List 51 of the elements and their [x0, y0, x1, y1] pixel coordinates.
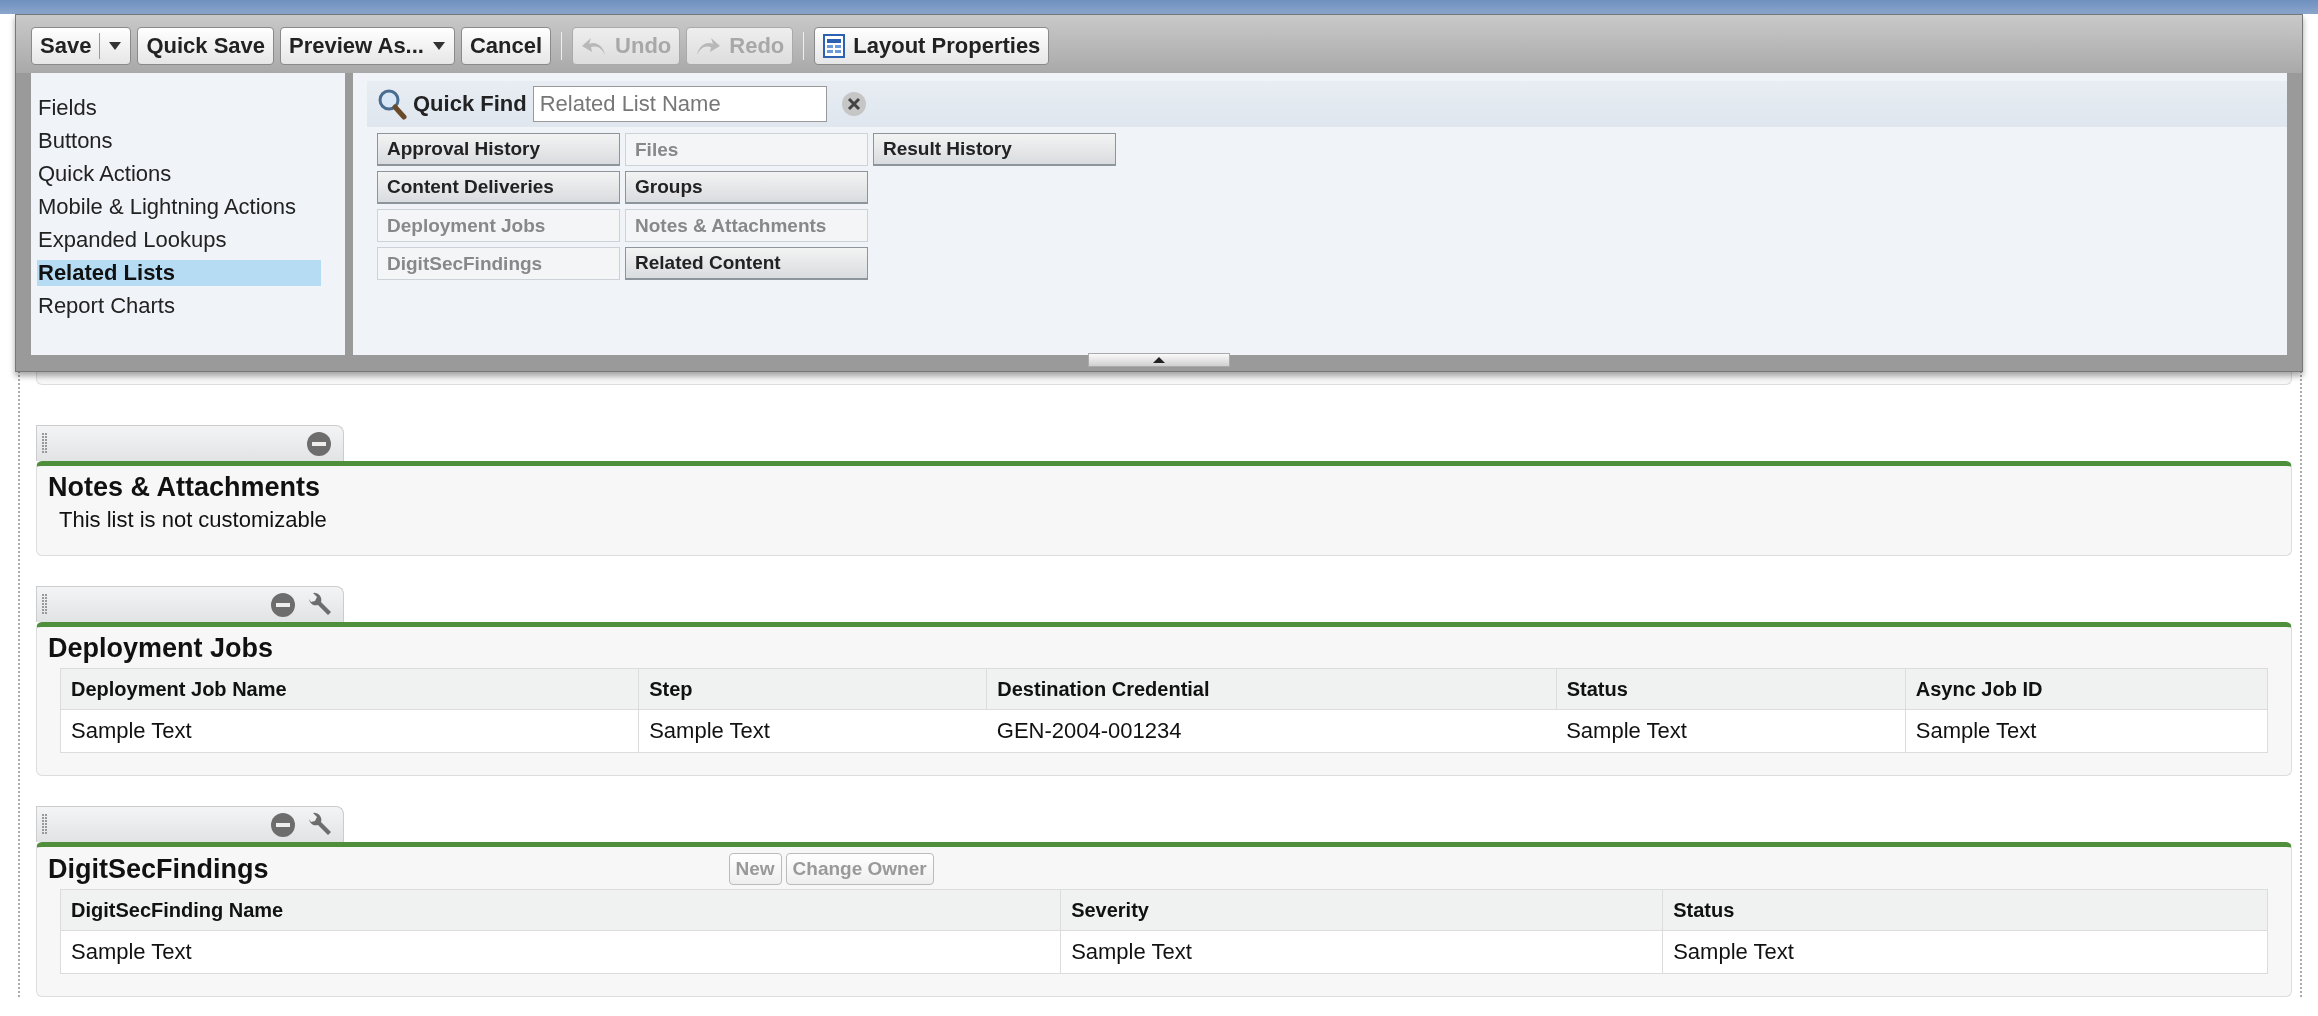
palette-item[interactable]: Result History: [873, 133, 1116, 166]
table-cell: Sample Text: [60, 930, 1061, 974]
palette-item[interactable]: Groups: [625, 171, 868, 204]
palette-item[interactable]: Approval History: [377, 133, 620, 166]
column-header: Severity: [1060, 889, 1663, 931]
column-header: Deployment Job Name: [60, 668, 639, 710]
remove-icon[interactable]: [269, 810, 297, 839]
quick-find-field[interactable]: Related List Name: [532, 86, 827, 122]
category-item[interactable]: Related Lists: [37, 259, 321, 286]
list-title: DigitSecFindings: [48, 853, 269, 885]
column-header: Status: [1662, 889, 2268, 931]
category-item[interactable]: Mobile & Lightning Actions: [37, 190, 321, 223]
column-header: Status: [1556, 668, 1906, 710]
clear-icon[interactable]: [840, 91, 867, 117]
table-cell: Sample Text: [1905, 709, 2268, 753]
table-cell: Sample Text: [60, 709, 639, 753]
table-cell: Sample Text: [1662, 930, 2268, 974]
drag-handle-icon[interactable]: [42, 593, 48, 616]
category-item[interactable]: Fields: [37, 91, 321, 124]
palette-item[interactable]: Related Content: [625, 247, 868, 280]
category-item[interactable]: Expanded Lookups: [37, 223, 321, 256]
column-header: Step: [638, 668, 987, 710]
table-cell: Sample Text: [1060, 930, 1663, 974]
toolbar-button[interactable]: Preview As...: [280, 27, 455, 65]
list-title: Notes & Attachments: [48, 472, 321, 503]
table-cell: GEN-2004-001234: [986, 709, 1557, 753]
table-cell: Sample Text: [1556, 709, 1906, 753]
drag-handle-icon[interactable]: [42, 432, 48, 455]
caret-icon: [431, 41, 446, 51]
layout-properties-button[interactable]: Layout Properties: [814, 27, 1050, 65]
table-cell: Sample Text: [638, 709, 987, 753]
drag-handle-icon[interactable]: [42, 813, 48, 836]
list-title: Deployment Jobs: [48, 633, 274, 664]
category-item[interactable]: Buttons: [37, 124, 321, 157]
search-icon: [377, 88, 407, 120]
table-icon: [823, 34, 846, 58]
list-message: This list is not customizable: [58, 506, 328, 533]
remove-icon[interactable]: [269, 590, 297, 619]
category-item[interactable]: Quick Actions: [37, 157, 321, 190]
toolbar-button[interactable]: Cancel: [460, 27, 552, 65]
remove-icon[interactable]: [305, 429, 333, 458]
category-item[interactable]: Report Charts: [37, 289, 321, 322]
caret-icon: [108, 41, 123, 51]
toolbar-button[interactable]: Quick Save: [137, 27, 275, 65]
palette-item[interactable]: Content Deliveries: [377, 171, 620, 204]
toolbar-button[interactable]: Save: [31, 27, 132, 65]
column-header: Async Job ID: [1905, 668, 2268, 710]
collapse-handle[interactable]: [1088, 353, 1230, 367]
column-header: Destination Credential: [986, 668, 1557, 710]
quick-find-label: Quick Find: [413, 91, 527, 117]
column-header: DigitSecFinding Name: [60, 889, 1061, 931]
